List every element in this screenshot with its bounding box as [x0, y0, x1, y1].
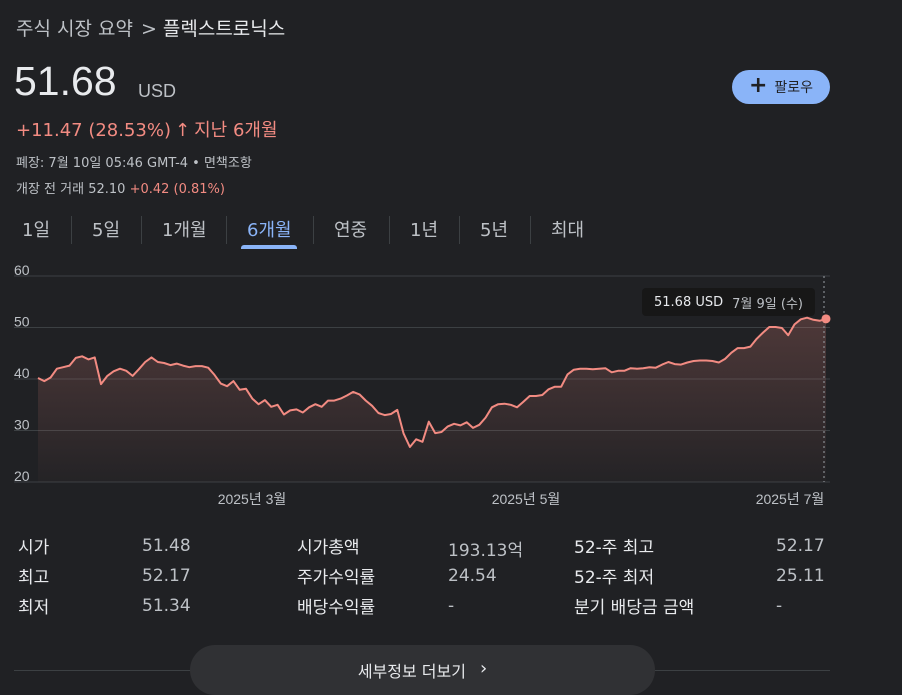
more-details-button[interactable]: 세부정보 더보기 › — [190, 645, 655, 695]
stat-label: 최저 — [18, 598, 50, 618]
breadcrumb-section[interactable]: 주식 시장 요약 — [16, 18, 133, 40]
stat-label: 시가총액 — [297, 538, 360, 558]
stat-value: 24.54 — [448, 566, 497, 586]
stat-value: 25.11 — [776, 566, 825, 586]
stat-value: 52.17 — [142, 566, 191, 586]
y-tick-label: 20 — [14, 468, 30, 484]
price-change-value: +11.47 (28.53%) — [16, 120, 172, 141]
stat-value: 51.48 — [142, 536, 191, 556]
stat-label: 최고 — [18, 568, 50, 588]
breadcrumb-separator: > — [140, 18, 157, 40]
y-tick-label: 50 — [14, 314, 30, 330]
stat-value: - — [776, 596, 783, 616]
active-tab-indicator — [241, 245, 297, 249]
price-change: +11.47 (28.53%) ↑ 지난 6개월 — [16, 116, 278, 142]
stat-label: 분기 배당금 금액 — [574, 598, 695, 618]
stat-value: 193.13억 — [448, 541, 524, 561]
premarket-change: +0.42 (0.81%) — [129, 182, 225, 197]
tab-5y[interactable]: 5년 — [480, 216, 508, 242]
tab-max[interactable]: 최대 — [551, 216, 584, 242]
current-price: 51.68 — [14, 58, 117, 104]
range-tabs: 1일 5일 1개월 6개월 연중 1년 5년 최대 — [0, 210, 902, 250]
x-tick-label: 2025년 5월 — [492, 491, 561, 507]
tab-ytd[interactable]: 연중 — [334, 216, 367, 242]
plus-icon: + — [748, 73, 768, 98]
tooltip-date: 7월 9일 (수) — [732, 296, 803, 312]
breadcrumb: 주식 시장 요약 > 플렉스트로닉스 — [16, 14, 285, 41]
change-period: 지난 6개월 — [194, 120, 278, 141]
more-details-label: 세부정보 더보기 — [357, 662, 466, 681]
tab-1m[interactable]: 1개월 — [162, 216, 207, 242]
chart-tooltip: 51.68 USD 7월 9일 (수) — [642, 288, 815, 316]
x-tick-label: 2025년 7월 — [756, 491, 825, 507]
stat-value: - — [448, 596, 455, 616]
price-area — [38, 317, 826, 482]
premarket-label: 개장 전 거래 52.10 — [16, 182, 126, 197]
tab-5d[interactable]: 5일 — [92, 216, 120, 242]
chevron-right-icon: › — [479, 658, 488, 679]
stat-value: 52.17 — [776, 536, 825, 556]
stat-label: 주가수익률 — [297, 568, 376, 588]
tab-6m[interactable]: 6개월 — [247, 216, 292, 242]
tab-1y[interactable]: 1년 — [410, 216, 438, 242]
y-tick-label: 30 — [14, 417, 30, 433]
stat-label: 시가 — [18, 538, 50, 558]
x-tick-label: 2025년 3월 — [218, 491, 287, 507]
up-arrow-icon: ↑ — [175, 120, 191, 141]
premarket-info: 개장 전 거래 52.10 +0.42 (0.81%) — [16, 178, 225, 197]
follow-button[interactable]: + 팔로우 — [732, 70, 830, 104]
breadcrumb-company: 플렉스트로닉스 — [162, 18, 286, 40]
stat-label: 52-주 최고 — [574, 538, 655, 558]
y-tick-label: 40 — [14, 365, 30, 381]
y-tick-label: 60 — [14, 262, 30, 278]
close-info: 폐장: 7월 10일 05:46 GMT-4 • 면책조항 — [16, 156, 252, 171]
stat-label: 배당수익률 — [297, 598, 376, 618]
tooltip-price: 51.68 USD — [654, 294, 724, 310]
tab-1d[interactable]: 1일 — [22, 216, 50, 242]
last-price-dot — [821, 314, 831, 324]
currency-label: USD — [138, 81, 177, 101]
stat-value: 51.34 — [142, 596, 191, 616]
stat-label: 52-주 최저 — [574, 568, 655, 588]
follow-label: 팔로우 — [774, 80, 814, 96]
